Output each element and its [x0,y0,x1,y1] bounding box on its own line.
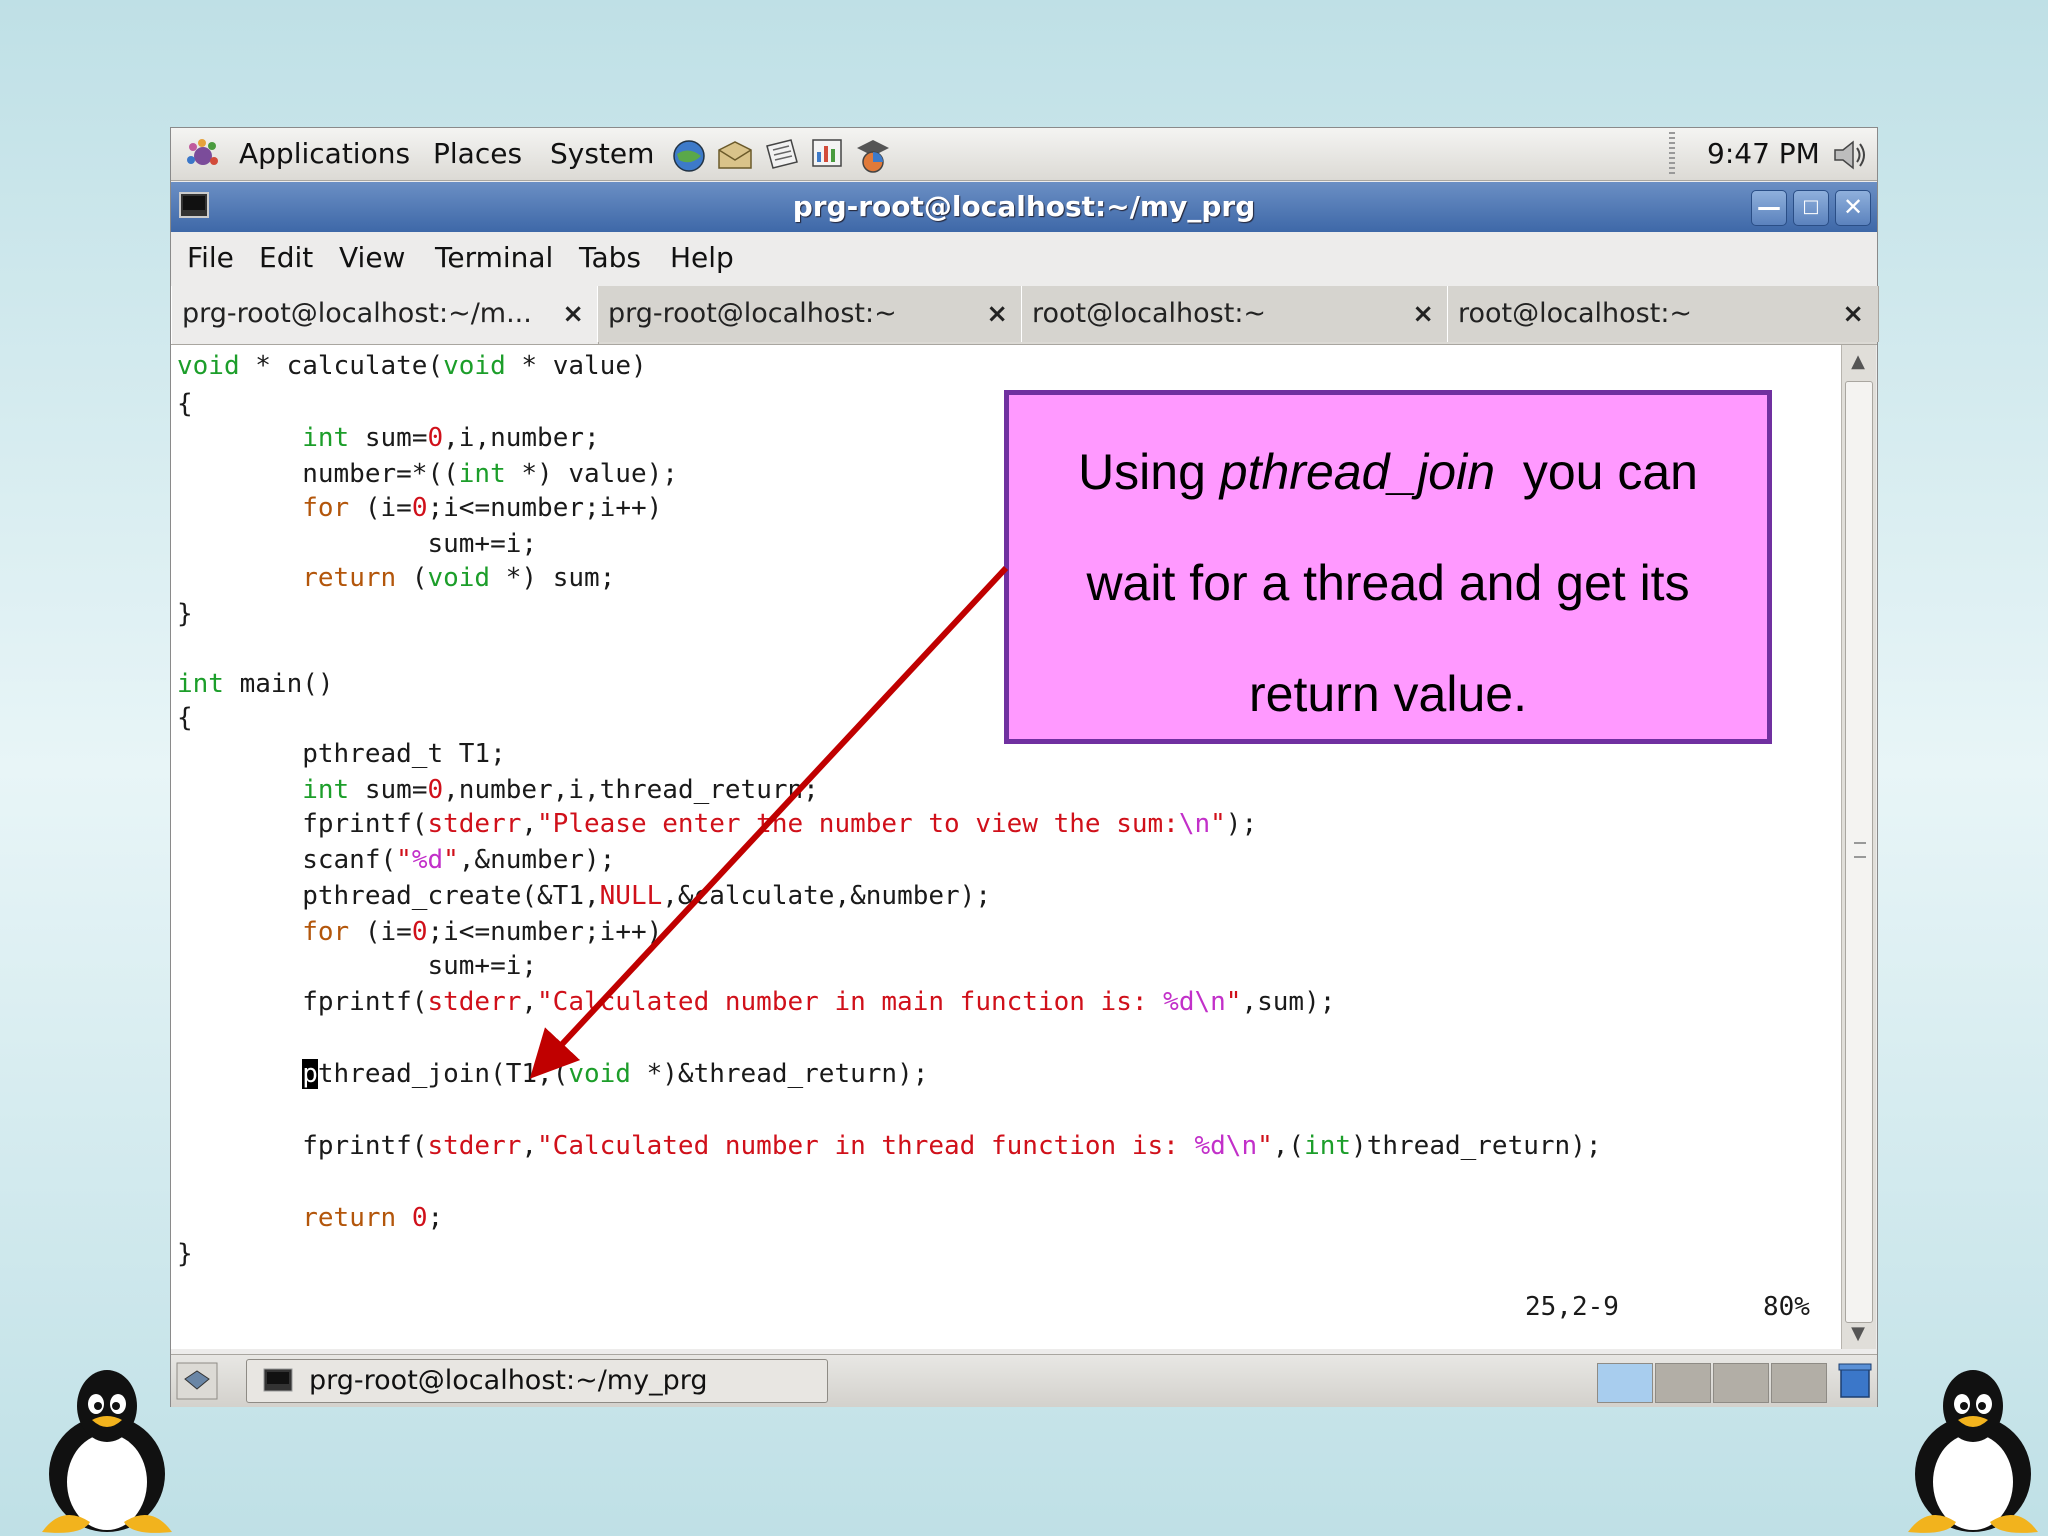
tux-penguin-left [42,1370,172,1533]
email-icon[interactable] [715,136,755,174]
web-browser-icon[interactable] [669,136,709,174]
tab-close-icon[interactable]: × [562,286,584,342]
code-line: scanf("%d",&number); [177,845,616,875]
applications-menu[interactable]: Applications [239,128,410,180]
places-menu[interactable]: Places [433,128,522,180]
menu-help[interactable]: Help [670,232,734,284]
cursor-position: 25,2-9 [1525,1292,1619,1322]
code-line: for (i=0;i<=number;i++) [302,917,663,947]
menu-edit[interactable]: Edit [259,232,313,284]
annotation-callout: Using pthread_join you can wait for a th… [1004,390,1772,744]
code-line: int sum=0,i,number; [302,423,600,453]
grip-icon [1854,842,1866,858]
scroll-up-arrow-icon[interactable]: ▲ [1845,349,1871,375]
tux-penguin-right [1908,1370,2038,1533]
window-titlebar[interactable]: prg-root@localhost:~/my_prg — □ ✕ [171,182,1877,232]
tab-label: prg-root@localhost:~/m... [182,298,532,329]
workspace-1[interactable] [1597,1363,1653,1403]
pthread-join-term: pthread_join [1219,444,1496,500]
scrollbar-thumb[interactable] [1845,381,1873,1323]
minimize-button[interactable]: — [1751,190,1787,226]
trash-icon[interactable] [1837,1361,1873,1401]
tab-root-home-2[interactable]: root@localhost:~ × [1447,286,1879,342]
tab-close-icon[interactable]: × [1842,286,1864,342]
tab-prg-root-home[interactable]: prg-root@localhost:~ × [597,286,1023,342]
code-line: int sum=0,number,i,thread_return; [302,775,819,805]
code-line: } [177,599,193,629]
workspace-4[interactable] [1771,1363,1827,1403]
code-line: { [177,703,193,733]
menu-terminal[interactable]: Terminal [435,232,553,284]
scroll-percent: 80% [1763,1292,1810,1322]
window-title: prg-root@localhost:~/my_prg [792,190,1256,223]
bottom-panel: prg-root@localhost:~/my_prg [171,1354,1877,1407]
desktop-screen: Applications Places System 9:47 PM prg-r… [171,128,1879,1407]
code-line: pthread_t T1; [177,739,506,769]
scroll-down-arrow-icon[interactable]: ▼ [1845,1321,1871,1347]
tab-label: root@localhost:~ [1032,298,1267,329]
gnome-foot-icon[interactable] [185,138,221,172]
tab-root-home[interactable]: root@localhost:~ × [1021,286,1449,342]
code-line: pthread_create(&T1,NULL,&calculate,&numb… [177,881,991,911]
callout-line-2: wait for a thread and get its [1086,555,1690,611]
system-menu[interactable]: System [550,128,654,180]
code-line: sum+=i; [177,951,538,981]
taskbar-window-label: prg-root@localhost:~/my_prg [309,1365,708,1396]
taskbar-window-button[interactable]: prg-root@localhost:~/my_prg [246,1359,828,1403]
code-line: fprintf(stderr,"Please enter the number … [177,809,1258,839]
callout-line-3: return value. [1249,666,1527,722]
presentation-icon[interactable] [807,136,847,174]
workspace-3[interactable] [1713,1363,1769,1403]
code-line: fprintf(stderr,"Calculated number in thr… [177,1131,1602,1161]
code-line: { [177,389,193,419]
tab-close-icon[interactable]: × [986,286,1008,342]
menu-view[interactable]: View [339,232,405,284]
workspace-2[interactable] [1655,1363,1711,1403]
menu-tabs[interactable]: Tabs [579,232,641,284]
callout-line-1: Using pthread_join you can [1078,444,1698,500]
text-editor-icon[interactable] [761,136,801,174]
vertical-scrollbar[interactable]: ▲ ▼ [1841,345,1876,1349]
panel-separator [1669,132,1675,176]
code-line: return 0; [302,1203,444,1233]
code-line: } [177,1239,193,1269]
code-line: pthread_join(T1,(void *)&thread_return); [302,1059,929,1089]
code-line: sum+=i; [177,529,538,559]
tab-bar: prg-root@localhost:~/m... × prg-root@loc… [171,286,1879,345]
tab-prg-root-my-prg[interactable]: prg-root@localhost:~/m... × [171,286,599,344]
close-window-button[interactable]: ✕ [1835,190,1871,226]
clock[interactable]: 9:47 PM [1707,128,1820,180]
spreadsheet-icon[interactable] [853,136,893,174]
code-line: number=*((int *) value); [177,459,678,489]
tab-label: root@localhost:~ [1458,298,1693,329]
code-line: for (i=0;i<=number;i++) [302,493,663,523]
callout-text: Using pthread_join you can wait for a th… [1029,417,1747,750]
tab-label: prg-root@localhost:~ [608,298,897,329]
code-line: return (void *) sum; [302,563,616,593]
volume-icon[interactable] [1829,136,1869,174]
text-cursor: p [302,1059,318,1089]
menubar: File Edit View Terminal Tabs Help [171,232,1877,284]
code-line: void * calculate(void * value) [177,351,647,381]
top-panel: Applications Places System 9:47 PM [171,128,1877,181]
tab-close-icon[interactable]: × [1412,286,1434,342]
code-line: fprintf(stderr,"Calculated number in mai… [177,987,1336,1017]
vim-status-line: 25,2-9 80% [171,1290,1847,1324]
menu-file[interactable]: File [187,232,234,284]
maximize-button[interactable]: □ [1793,190,1829,226]
terminal-task-icon [263,1368,293,1392]
code-line: int main() [177,669,334,699]
